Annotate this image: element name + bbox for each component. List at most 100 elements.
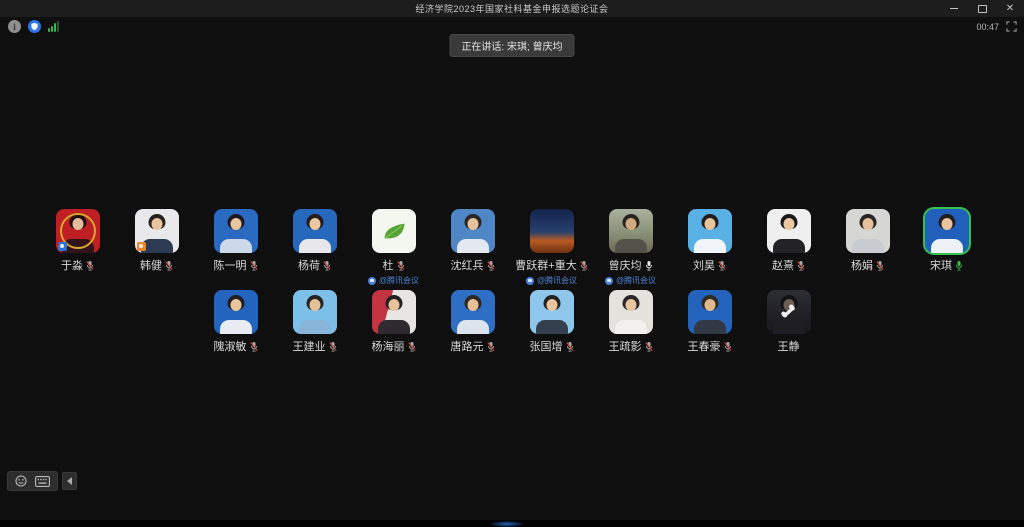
avatar-face	[546, 299, 557, 311]
participant-avatar	[925, 209, 969, 253]
participant-tile[interactable]: 王春豪	[682, 290, 738, 354]
participant-avatar	[293, 290, 337, 334]
participant-name-row: 王建业	[293, 338, 337, 354]
mic-status-icon	[86, 260, 94, 271]
participant-name: 赵熹	[772, 257, 794, 273]
participant-name-row: 杨海丽	[372, 338, 416, 354]
participant-tile[interactable]: 杨荷	[287, 209, 343, 286]
participant-name-row: 陈一明	[214, 257, 258, 273]
mic-status-icon	[645, 341, 653, 352]
avatar-body	[615, 320, 647, 334]
phone-handset-icon	[779, 303, 798, 322]
meeting-duration: 00:47	[976, 22, 999, 32]
fullscreen-icon[interactable]	[1006, 21, 1017, 32]
meeting-app-text: @腾讯会议	[379, 275, 419, 286]
participant-tile[interactable]: 王疏影	[603, 290, 659, 354]
participant-name: 王静	[778, 338, 800, 354]
participant-tile[interactable]: 曹跃群+重大 @腾讯会议	[524, 209, 580, 286]
speaking-banner: 正在讲话: 宋琪; 曾庆均	[449, 34, 574, 57]
avatar-face	[309, 299, 320, 311]
maximize-button[interactable]	[976, 3, 988, 15]
participant-tile[interactable]: 王静	[761, 290, 817, 354]
participant-tile[interactable]: 隗淑敏	[208, 290, 264, 354]
mic-status-icon	[250, 341, 258, 352]
avatar-body	[615, 239, 647, 253]
participant-name-row: 宋琪	[930, 257, 963, 273]
participant-tile[interactable]: 杨海丽	[366, 290, 422, 354]
mic-status-icon	[955, 260, 963, 271]
participant-avatar	[214, 290, 258, 334]
close-button[interactable]: ✕	[1004, 3, 1016, 15]
taskbar-strip[interactable]	[0, 520, 1024, 527]
mic-status-icon	[250, 260, 258, 271]
mic-status-icon	[566, 341, 574, 352]
avatar-face	[704, 218, 715, 230]
participant-tile[interactable]: 曾庆均 @腾讯会议	[603, 209, 659, 286]
role-badge	[58, 242, 67, 251]
network-signal-icon[interactable]	[48, 21, 59, 32]
participant-avatar	[135, 209, 179, 253]
participant-tile[interactable]: 沈红兵	[445, 209, 501, 286]
participant-name: 曹跃群+重大	[515, 257, 576, 273]
avatar-face	[309, 218, 320, 230]
participant-name: 王疏影	[609, 338, 642, 354]
participant-name-row: 杨娟	[851, 257, 884, 273]
participant-tile[interactable]: 韩健	[129, 209, 185, 286]
meeting-app-label: @腾讯会议	[605, 275, 656, 286]
avatar-body	[378, 320, 410, 334]
meeting-info-icon[interactable]: i	[8, 20, 21, 33]
participant-name: 杨海丽	[372, 338, 405, 354]
avatar-face	[230, 218, 241, 230]
avatar-body	[852, 239, 884, 253]
security-shield-icon[interactable]	[28, 20, 41, 33]
avatar-face	[941, 218, 952, 230]
participant-tile[interactable]: 宋琪	[919, 209, 975, 286]
tencent-meeting-icon	[526, 277, 534, 285]
avatar-body	[694, 239, 726, 253]
touch-keyboard-icon[interactable]	[35, 476, 50, 487]
participant-tile[interactable]: 杜 @腾讯会议	[366, 209, 422, 286]
participant-name: 王春豪	[688, 338, 721, 354]
participant-tile[interactable]: 杨娟	[840, 209, 896, 286]
mic-status-icon	[408, 341, 416, 352]
ime-collapse-button[interactable]	[62, 472, 77, 490]
mic-status-icon	[876, 260, 884, 271]
participant-name-row: 王春豪	[688, 338, 732, 354]
participant-tile[interactable]: 唐路元	[445, 290, 501, 354]
mic-status-icon	[724, 341, 732, 352]
participant-name: 于淼	[61, 257, 83, 273]
avatar-face	[625, 299, 636, 311]
participant-avatar	[214, 209, 258, 253]
emoji-panel-icon[interactable]	[15, 475, 27, 487]
role-badge	[137, 242, 146, 251]
participant-name: 隗淑敏	[214, 338, 247, 354]
participant-avatar	[451, 209, 495, 253]
participant-tile[interactable]: 王建业	[287, 290, 343, 354]
leaf-image	[380, 221, 407, 242]
avatar-body	[457, 320, 489, 334]
participant-tile[interactable]: 于淼	[50, 209, 106, 286]
participant-name-row: 王静	[778, 338, 800, 354]
mic-status-icon	[580, 260, 588, 271]
collapse-arrow-icon	[67, 477, 72, 485]
participant-tile[interactable]: 刘昊	[682, 209, 738, 286]
participant-avatar	[688, 209, 732, 253]
participant-name-row: 韩健	[140, 257, 173, 273]
participant-tile[interactable]: 张国增	[524, 290, 580, 354]
participant-tile[interactable]: 赵熹	[761, 209, 817, 286]
window-controls: ✕	[948, 0, 1016, 17]
participant-tile[interactable]: 陈一明	[208, 209, 264, 286]
participant-avatar	[293, 209, 337, 253]
avatar-face	[783, 218, 794, 230]
mic-status-icon	[323, 260, 331, 271]
participant-avatar	[451, 290, 495, 334]
participant-name: 王建业	[293, 338, 326, 354]
avatar-body	[299, 239, 331, 253]
participant-name: 杜	[383, 257, 394, 273]
avatar-face	[467, 218, 478, 230]
avatar-body	[299, 320, 331, 334]
taskbar-accent-glow	[490, 521, 524, 527]
avatar-body	[220, 239, 252, 253]
minimize-button[interactable]	[948, 3, 960, 15]
mic-status-icon	[797, 260, 805, 271]
